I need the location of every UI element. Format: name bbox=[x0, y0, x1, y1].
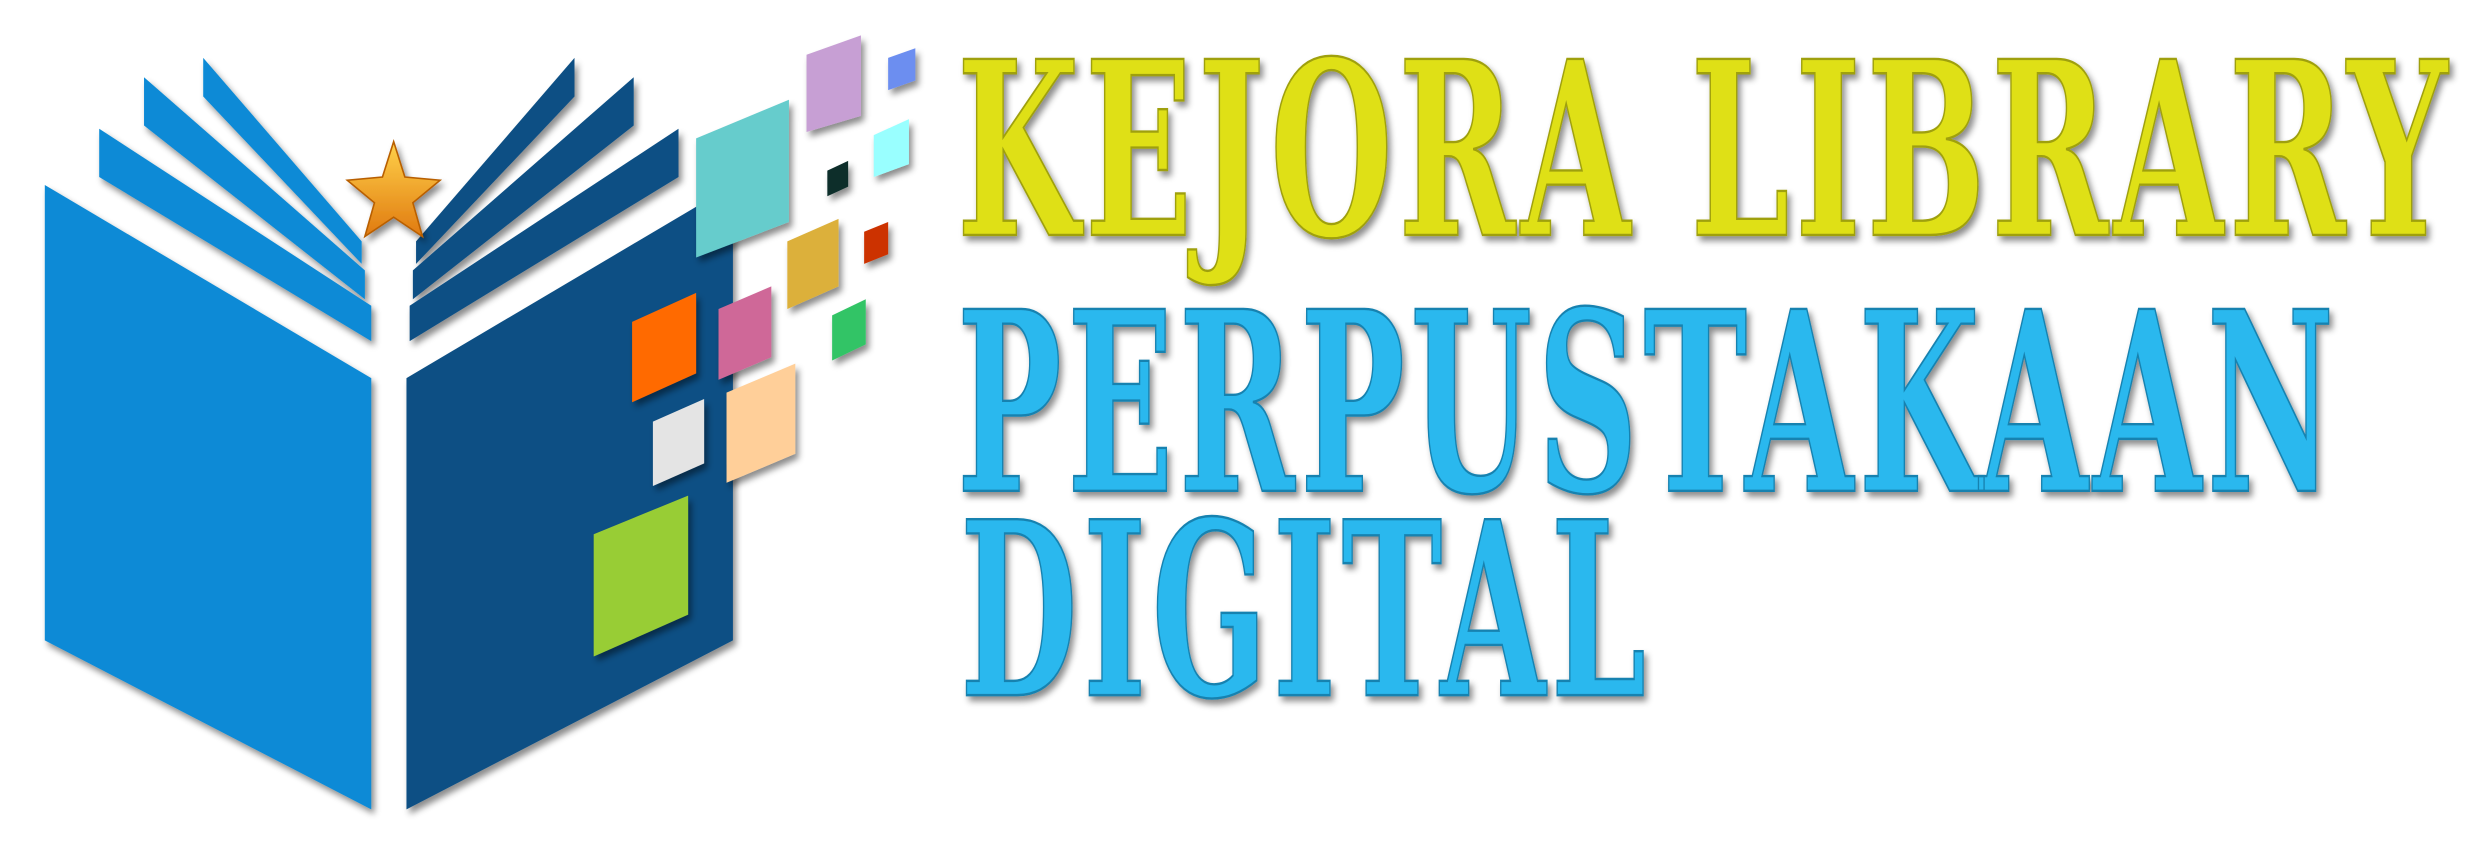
logo-graphic: KEJORA LIBRARY PERPUSTAKAAN DIGITAL bbox=[44, 7, 2453, 810]
pixel-square bbox=[873, 119, 909, 178]
logo: KEJORA LIBRARY PERPUSTAKAAN DIGITAL bbox=[0, 0, 2490, 848]
pixel-square bbox=[832, 299, 866, 361]
pixel-square bbox=[864, 222, 889, 264]
pixel-square bbox=[787, 218, 839, 309]
pixel-square bbox=[726, 363, 796, 483]
pixel-square bbox=[806, 35, 861, 132]
star-icon bbox=[345, 138, 443, 239]
pixel-square bbox=[827, 160, 849, 197]
pixel-squares bbox=[593, 35, 916, 657]
logo-title-line3: DIGITAL bbox=[960, 469, 1651, 753]
logo-title-line1: KEJORA LIBRARY bbox=[957, 8, 2453, 292]
pixel-square bbox=[696, 99, 789, 258]
pixel-square bbox=[888, 48, 916, 91]
logo-text: KEJORA LIBRARY PERPUSTAKAAN DIGITAL bbox=[956, 7, 2453, 753]
